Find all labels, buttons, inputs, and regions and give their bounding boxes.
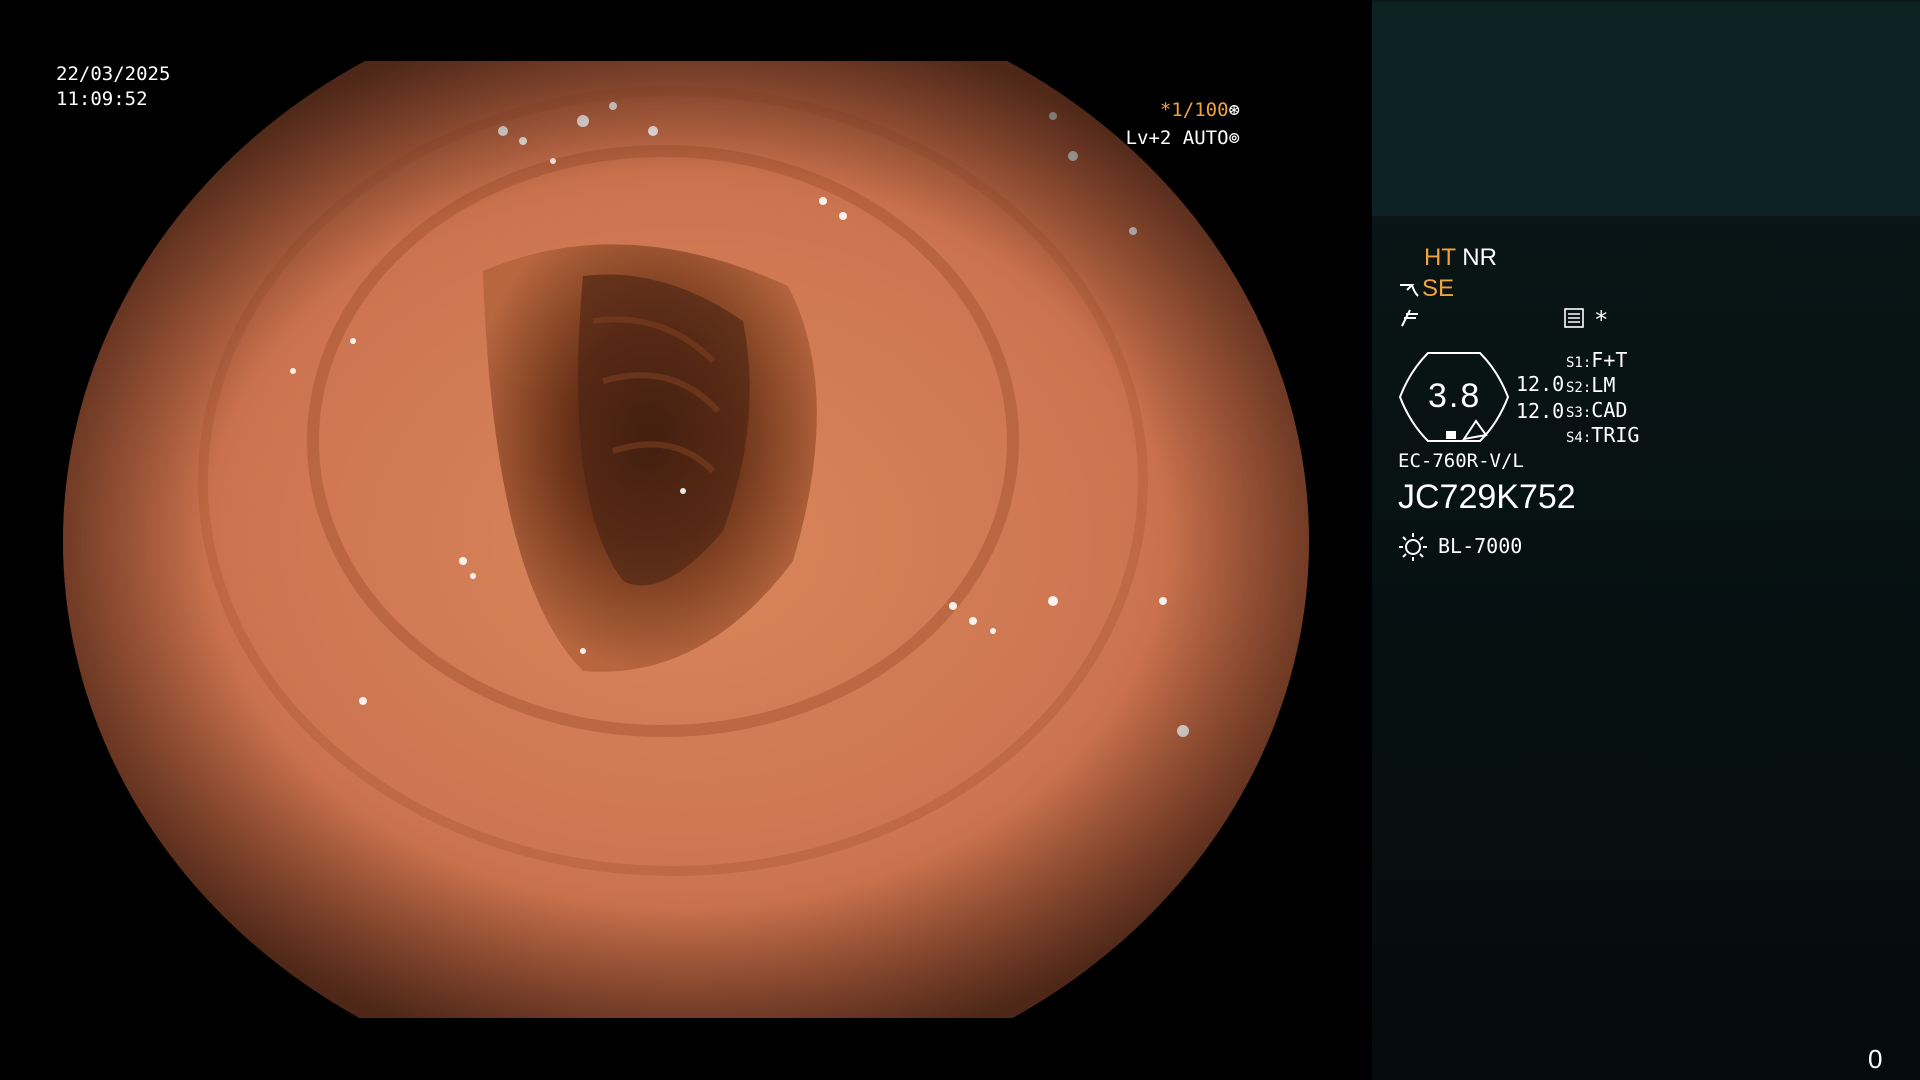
mode-nr: NR <box>1462 244 1497 271</box>
switch-key: S4: <box>1566 430 1592 446</box>
value-1: 12.0 <box>1516 372 1565 396</box>
shutter-readout: *1/100⊛ <box>1160 101 1240 120</box>
switch-s2: S2:LM <box>1566 375 1615 395</box>
sun-icon <box>1399 533 1427 561</box>
shutter-value: *1/100 <box>1159 99 1229 121</box>
switch-s1: S1:F+T <box>1566 350 1627 370</box>
se-label: SE <box>1422 275 1455 302</box>
iris-icon: ⊚ <box>1228 127 1240 149</box>
memo-icon <box>1564 308 1584 328</box>
switch-key: S3: <box>1566 405 1592 421</box>
aperture-icon: ⊛ <box>1228 99 1240 121</box>
switch-value: LM <box>1591 373 1616 397</box>
light-source: BL-7000 <box>1438 534 1523 558</box>
structure-enhance-icon <box>1400 283 1419 297</box>
switch-value: F+T <box>1591 348 1628 372</box>
mode-ht: HT <box>1424 244 1456 271</box>
se-row: SE <box>1398 277 1454 301</box>
switch-value: CAD <box>1591 398 1628 422</box>
endoscopic-image <box>63 61 1309 1018</box>
asterisk-mark: * <box>1594 306 1609 334</box>
switch-key: S1: <box>1566 355 1592 371</box>
mode-row: HT NR <box>1424 246 1497 270</box>
endoscope-view: 22/03/2025 11:09:52 *1/100⊛ Lv+2 AUTO⊚ <box>0 0 1372 1080</box>
freeze-icon <box>1398 306 1422 334</box>
image-counter: 0 <box>1868 1044 1883 1074</box>
scope-serial: JC729K752 <box>1398 478 1576 516</box>
zoom-value: 3.8 <box>1428 377 1482 415</box>
level-value: Lv+2 AUTO <box>1125 127 1229 149</box>
panel-top-area <box>1372 2 1920 216</box>
switch-key: S2: <box>1566 380 1592 396</box>
value-2: 12.0 <box>1516 399 1565 423</box>
time-readout: 11:09:52 <box>56 88 148 110</box>
scope-model: EC-760R-V/L <box>1398 450 1524 472</box>
date-readout: 22/03/2025 <box>56 63 171 85</box>
brightness-level: Lv+2 AUTO⊚ <box>1126 129 1240 148</box>
switch-s4: S4:TRIG <box>1566 425 1639 445</box>
info-panel: HT NR SE * 3.8 12.0 12.0 S1:F+T S2:LM S3… <box>1372 0 1920 1080</box>
switch-s3: S3:CAD <box>1566 400 1627 420</box>
switch-value: TRIG <box>1591 423 1640 447</box>
